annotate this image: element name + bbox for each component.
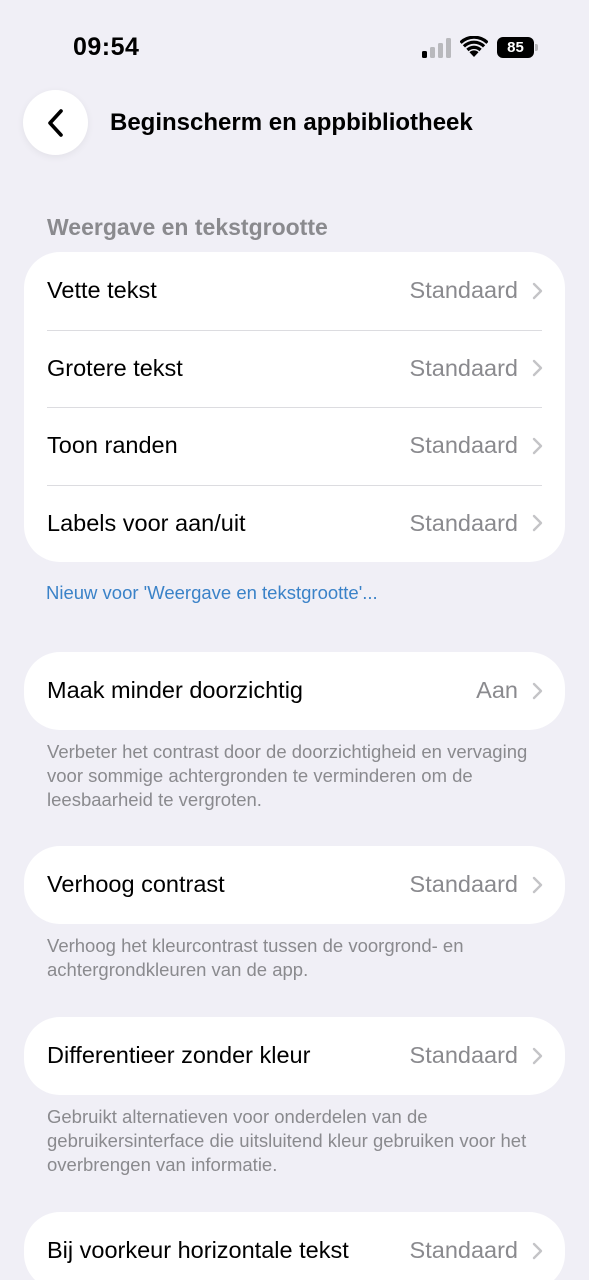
differentiate-group: Differentieer zonder kleur Standaard: [24, 1017, 565, 1095]
section-header-display: Weergave en tekstgrootte: [47, 214, 328, 240]
row-show-borders[interactable]: Toon randen Standaard: [24, 407, 565, 485]
chevron-right-icon: [532, 682, 543, 699]
chevron-right-icon: [532, 1242, 543, 1259]
chevron-right-icon: [532, 876, 543, 893]
back-button[interactable]: [23, 90, 88, 155]
row-value: Standaard: [409, 1042, 518, 1069]
row-value: Standaard: [409, 509, 518, 536]
battery-indicator: 85: [497, 37, 539, 58]
contrast-footnote: Verhoog het kleurcontrast tussen de voor…: [47, 935, 464, 980]
chevron-left-icon: [47, 108, 63, 137]
chevron-right-icon: [532, 360, 543, 377]
row-value: Standaard: [409, 277, 518, 304]
row-prefer-horizontal-text[interactable]: Bij voorkeur horizontale tekst Standaard: [24, 1212, 565, 1280]
row-label: Toon randen: [47, 432, 178, 459]
chevron-right-icon: [532, 282, 543, 299]
chevron-right-icon: [532, 437, 543, 454]
row-bold-text[interactable]: Vette tekst Standaard: [24, 252, 565, 330]
chevron-right-icon: [532, 1047, 543, 1064]
differentiate-footnote: Gebruikt alternatieven voor onderdelen v…: [47, 1106, 527, 1175]
row-label: Maak minder doorzichtig: [47, 677, 303, 704]
row-reduce-transparency[interactable]: Maak minder doorzichtig Aan: [24, 652, 565, 730]
chevron-right-icon: [532, 515, 543, 532]
transparency-group: Maak minder doorzichtig Aan: [24, 652, 565, 730]
row-value: Aan: [476, 677, 518, 704]
battery-cap: [535, 44, 538, 51]
cellular-signal-icon: [422, 38, 451, 58]
settings-screen: 09:54 85 Beginscherm en appbibliotheek W…: [0, 0, 589, 1280]
horizontal-text-group: Bij voorkeur horizontale tekst Standaard: [24, 1212, 565, 1280]
status-bar: 09:54 85: [0, 0, 589, 95]
row-label: Differentieer zonder kleur: [47, 1042, 311, 1069]
wifi-icon: [460, 36, 488, 57]
page-title: Beginscherm en appbibliotheek: [110, 109, 473, 136]
contrast-group: Verhoog contrast Standaard: [24, 846, 565, 924]
row-label: Verhoog contrast: [47, 871, 225, 898]
row-increase-contrast[interactable]: Verhoog contrast Standaard: [24, 846, 565, 924]
transparency-footnote: Verbeter het contrast door de doorzichti…: [47, 741, 528, 810]
row-differentiate-without-color[interactable]: Differentieer zonder kleur Standaard: [24, 1017, 565, 1095]
row-larger-text[interactable]: Grotere tekst Standaard: [24, 329, 565, 408]
whats-new-link[interactable]: Nieuw voor 'Weergave en tekstgrootte'...: [46, 582, 378, 604]
row-value: Standaard: [409, 1237, 518, 1264]
row-value: Standaard: [409, 354, 518, 381]
row-label: Grotere tekst: [47, 354, 183, 381]
row-on-off-labels[interactable]: Labels voor aan/uit Standaard: [24, 484, 565, 563]
row-label: Vette tekst: [47, 277, 157, 304]
row-label: Labels voor aan/uit: [47, 509, 246, 536]
row-value: Standaard: [409, 432, 518, 459]
row-label: Bij voorkeur horizontale tekst: [47, 1237, 349, 1264]
status-time: 09:54: [73, 33, 140, 61]
display-settings-group: Vette tekst Standaard Grotere tekst Stan…: [24, 252, 565, 562]
battery-level: 85: [497, 37, 534, 58]
row-value: Standaard: [409, 871, 518, 898]
